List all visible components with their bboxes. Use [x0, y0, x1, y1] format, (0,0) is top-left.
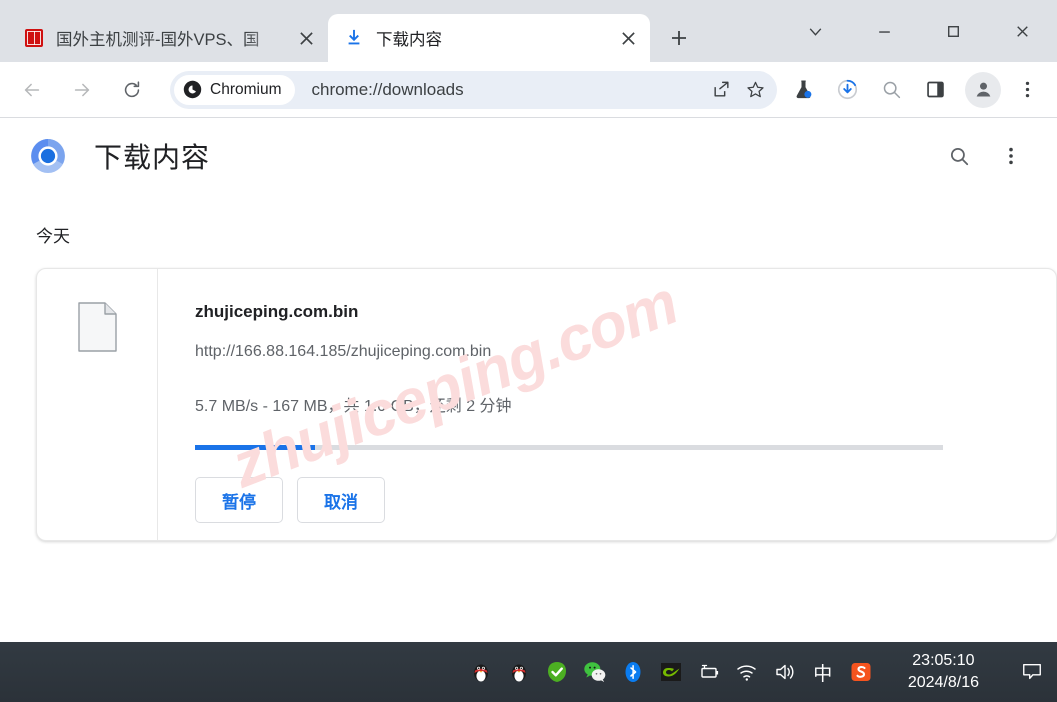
chromium-chip-label: Chromium [210, 80, 282, 98]
page-header: 下载内容 [0, 118, 1057, 194]
browser-toolbar: Chromium chrome://downloads [0, 62, 1057, 118]
side-panel-icon[interactable] [917, 72, 953, 108]
new-tab-button[interactable] [662, 21, 696, 55]
site-favicon-red-icon [24, 28, 44, 48]
experiments-flask-icon[interactable] [785, 72, 821, 108]
close-icon[interactable] [294, 26, 318, 50]
file-icon-column [37, 269, 158, 540]
download-progress-fill [195, 445, 315, 450]
download-actions: 暂停 取消 [195, 477, 1026, 523]
profile-avatar-icon[interactable] [965, 71, 1001, 108]
browser-window: 国外主机测评-国外VPS、国 下载内容 Chromium chrome://do… [0, 0, 1057, 642]
share-icon[interactable] [705, 74, 737, 106]
download-filename[interactable]: zhujiceping.com.bin [195, 302, 1026, 322]
three-dot-menu-icon[interactable] [1009, 72, 1045, 108]
url-text[interactable]: chrome://downloads [295, 80, 705, 100]
forward-icon[interactable] [64, 72, 100, 108]
tab-site[interactable]: 国外主机测评-国外VPS、国 [8, 14, 328, 62]
tab-title: 国外主机测评-国外VPS、国 [56, 31, 260, 49]
three-dot-menu-icon[interactable] [991, 136, 1031, 176]
download-details: zhujiceping.com.bin http://166.88.164.18… [158, 269, 1056, 540]
chromium-chip[interactable]: Chromium [174, 74, 296, 105]
pause-button[interactable]: 暂停 [195, 477, 283, 523]
chromium-logo-icon [30, 138, 66, 174]
reload-icon[interactable] [114, 72, 150, 108]
page-title: 下载内容 [94, 142, 211, 173]
search-icon[interactable] [873, 72, 909, 108]
nvidia-icon[interactable] [658, 659, 684, 685]
chevron-down-icon[interactable] [781, 8, 850, 54]
tab-title: 下载内容 [376, 31, 442, 49]
download-status: 5.7 MB/s - 167 MB，共 1.0 GB，还剩 2 分钟 [195, 398, 512, 415]
wifi-icon[interactable] [734, 659, 760, 685]
tab-strip: 国外主机测评-国外VPS、国 下载内容 [0, 0, 1057, 62]
taskbar-clock[interactable]: 23:05:10 2024/8/16 [908, 650, 979, 694]
close-icon[interactable] [616, 26, 640, 50]
battery-icon[interactable] [696, 659, 722, 685]
downloads-page: 下载内容 今天 zhujiceping.com.bin http://166.8… [0, 118, 1057, 641]
download-url: http://166.88.164.185/zhujiceping.com.bi… [195, 343, 492, 360]
generic-file-icon [77, 302, 117, 352]
qq-penguin-icon[interactable] [506, 659, 532, 685]
system-tray: 中 23:05:10 2024/8/16 [468, 650, 1047, 694]
bookmark-star-icon[interactable] [739, 74, 771, 106]
ime-indicator[interactable]: 中 [810, 659, 836, 686]
search-icon[interactable] [939, 136, 979, 176]
qq-penguin-icon[interactable] [468, 659, 494, 685]
download-icon [344, 28, 364, 48]
tab-downloads[interactable]: 下载内容 [328, 14, 650, 62]
download-progress-bar [195, 445, 943, 450]
window-controls [781, 0, 1057, 62]
clock-date: 2024/8/16 [907, 674, 979, 691]
download-item-card[interactable]: zhujiceping.com.bin http://166.88.164.18… [36, 268, 1057, 541]
minimize-icon[interactable] [850, 8, 919, 54]
notification-icon[interactable] [1017, 657, 1047, 687]
chromium-logo-icon [183, 80, 202, 99]
cancel-button[interactable]: 取消 [297, 477, 385, 523]
wechat-icon[interactable] [582, 659, 608, 685]
bluetooth-icon[interactable] [620, 659, 646, 685]
maximize-icon[interactable] [919, 8, 988, 54]
address-bar[interactable]: Chromium chrome://downloads [170, 70, 777, 109]
sogou-input-icon[interactable] [848, 659, 874, 685]
section-label-today: 今天 [36, 227, 70, 246]
windows-taskbar: 中 23:05:10 2024/8/16 [0, 642, 1057, 702]
volume-icon[interactable] [772, 659, 798, 685]
close-icon[interactable] [988, 8, 1057, 54]
security-check-icon[interactable] [544, 659, 570, 685]
back-icon[interactable] [14, 72, 50, 108]
downloads-progress-icon[interactable] [829, 72, 865, 108]
clock-time: 23:05:10 [912, 652, 975, 669]
